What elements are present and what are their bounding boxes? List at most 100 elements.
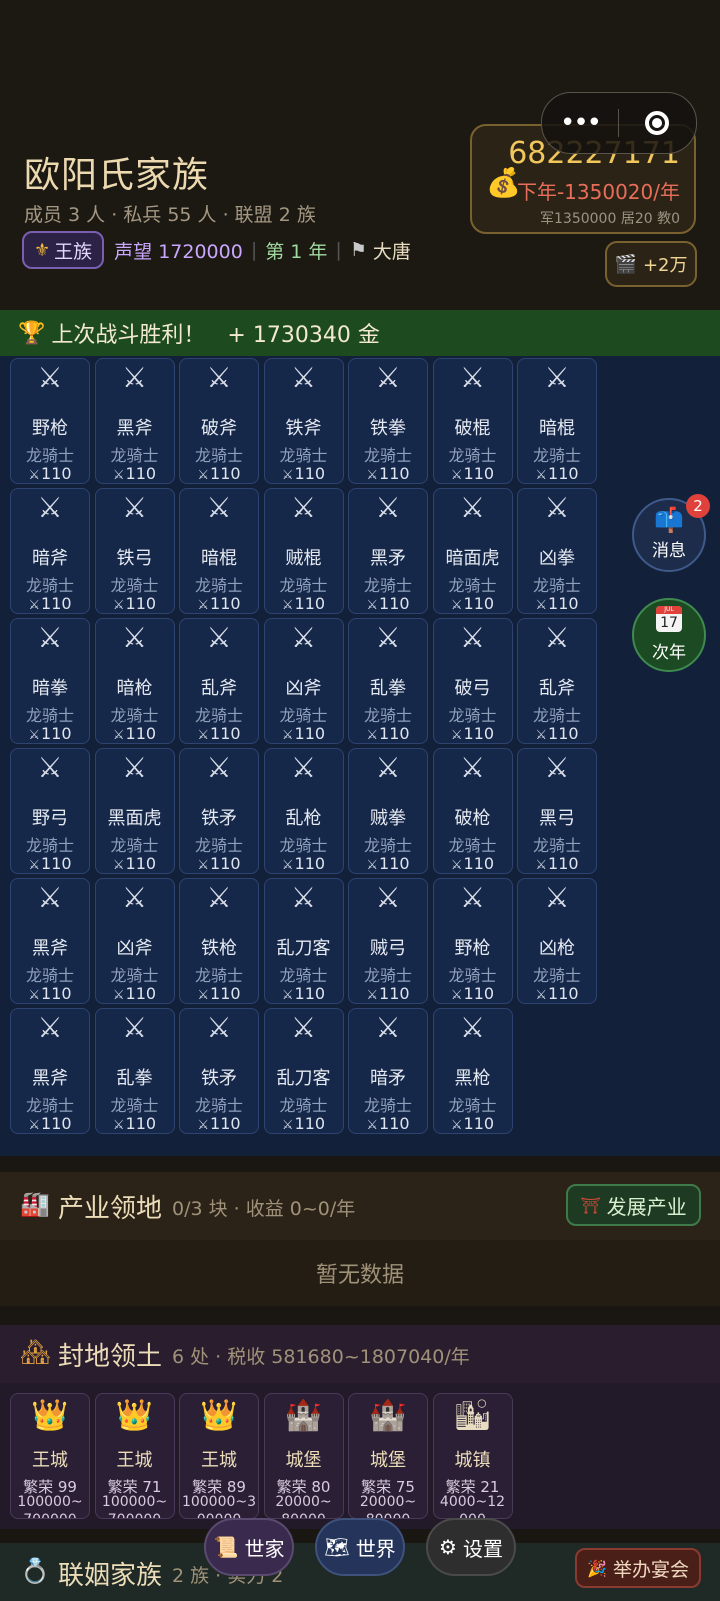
troop-card[interactable]: ⚔ 乱斧 龙骑士 ⚔110	[179, 618, 259, 744]
troop-rank: 龙骑士	[448, 446, 497, 465]
nav-settings-button[interactable]: ⚙ 设置	[426, 1518, 516, 1576]
troop-rank: 龙骑士	[194, 446, 243, 465]
swords-small-icon: ⚔	[450, 988, 463, 1003]
ad-bonus-button[interactable]: 🎬 +2万	[605, 241, 697, 287]
troop-card[interactable]: ⚔ 黑斧 龙骑士 ⚔110	[10, 878, 90, 1004]
troop-card[interactable]: ⚔ 铁斧 龙骑士 ⚔110	[263, 358, 344, 484]
troop-name: 暗面虎	[445, 548, 500, 569]
troop-power-value: 110	[41, 594, 72, 613]
rank-badge[interactable]: ⚜ 王族	[22, 231, 105, 269]
troop-rank: 龙骑士	[363, 446, 412, 465]
crossed-swords-icon: ⚔	[37, 621, 63, 654]
troop-card[interactable]: ⚔ 野枪 龙骑士 ⚔110	[432, 878, 513, 1004]
troop-power: ⚔110	[434, 1114, 512, 1133]
troop-power: ⚔110	[434, 724, 512, 743]
troop-card[interactable]: ⚔ 黑面虎 龙骑士 ⚔110	[94, 748, 175, 874]
nav-settings-label: 设置	[462, 1536, 503, 1561]
nav-world-button[interactable]: 🗺 世界	[315, 1518, 405, 1576]
troop-card[interactable]: ⚔ 暗枪 龙骑士 ⚔110	[94, 618, 175, 744]
crossed-swords-icon: ⚔	[375, 1011, 401, 1044]
troop-card[interactable]: ⚔ 乱枪 龙骑士 ⚔110	[263, 748, 344, 874]
troop-rank: 龙骑士	[279, 706, 328, 725]
troop-card[interactable]: ⚔ 乱刀客 龙骑士 ⚔110	[263, 1008, 344, 1134]
fief-card[interactable]: 🏙城镇繁荣 214000~12000	[432, 1393, 513, 1519]
troop-card[interactable]: ⚔ 铁枪 龙骑士 ⚔110	[179, 878, 259, 1004]
troop-card[interactable]: ⚔ 铁拳 龙骑士 ⚔110	[348, 358, 428, 484]
troop-name: 凶斧	[116, 938, 153, 959]
troop-card[interactable]: ⚔ 铁弓 龙骑士 ⚔110	[94, 488, 175, 614]
feast-label: 举办宴会	[612, 1558, 689, 1581]
troop-name: 破枪	[454, 808, 491, 829]
troop-card[interactable]: ⚔ 野弓 龙骑士 ⚔110	[10, 748, 90, 874]
swords-small-icon: ⚔	[366, 858, 379, 873]
troop-card[interactable]: ⚔ 破斧 龙骑士 ⚔110	[179, 358, 259, 484]
troop-power: ⚔110	[11, 1114, 89, 1133]
fief-name: 城堡	[370, 1450, 406, 1471]
troop-power-value: 110	[125, 854, 157, 873]
troop-card[interactable]: ⚔ 黑枪 龙骑士 ⚔110	[432, 1008, 513, 1134]
troop-rank: 龙骑士	[110, 446, 159, 465]
troop-card[interactable]: ⚔ 暗斧 龙骑士 ⚔110	[10, 488, 90, 614]
swords-small-icon: ⚔	[281, 988, 294, 1003]
next-year-button[interactable]: JUL 17 次年	[632, 598, 706, 672]
fief-card[interactable]: 👑王城繁荣 89100000~300000	[179, 1393, 259, 1519]
troop-card[interactable]: ⚔ 凶拳 龙骑士 ⚔110	[517, 488, 597, 614]
troop-power: ⚔110	[96, 984, 174, 1003]
troop-card[interactable]: ⚔ 贼拳 龙骑士 ⚔110	[348, 748, 428, 874]
troop-card[interactable]: ⚔ 破棍 龙骑士 ⚔110	[432, 358, 513, 484]
troop-card[interactable]: ⚔ 乱刀客 龙骑士 ⚔110	[263, 878, 344, 1004]
fief-card[interactable]: 👑王城繁荣 99100000~700000	[10, 1393, 90, 1519]
rank-label: 王族	[54, 240, 93, 263]
troop-power-value: 110	[379, 854, 410, 873]
troop-card[interactable]: ⚔ 暗面虎 龙骑士 ⚔110	[432, 488, 513, 614]
troop-card[interactable]: ⚔ 破枪 龙骑士 ⚔110	[432, 748, 513, 874]
troop-power: ⚔110	[349, 854, 427, 873]
troop-power-value: 110	[210, 1114, 241, 1133]
fief-card[interactable]: 🏰城堡繁荣 8020000~80000	[263, 1393, 344, 1519]
crossed-swords-icon: ⚔	[206, 881, 232, 914]
troop-card[interactable]: ⚔ 乱拳 龙骑士 ⚔110	[348, 618, 428, 744]
troop-card[interactable]: ⚔ 乱拳 龙骑士 ⚔110	[94, 1008, 175, 1134]
troop-card[interactable]: ⚔ 黑弓 龙骑士 ⚔110	[517, 748, 597, 874]
troop-power-value: 110	[548, 724, 579, 743]
troop-card[interactable]: ⚔ 凶枪 龙骑士 ⚔110	[517, 878, 597, 1004]
crossed-swords-icon: ⚔	[121, 881, 148, 914]
troop-card[interactable]: ⚔ 乱斧 龙骑士 ⚔110	[517, 618, 597, 744]
troop-name: 贼拳	[370, 808, 406, 829]
separator: |	[335, 239, 342, 261]
develop-industry-button[interactable]: ⛩ 发展产业	[566, 1184, 701, 1226]
crossed-swords-icon: ⚔	[544, 751, 570, 784]
troop-card[interactable]: ⚔ 贼棍 龙骑士 ⚔110	[263, 488, 344, 614]
crossed-swords-icon: ⚔	[459, 491, 486, 524]
close-miniapp-icon[interactable]	[619, 111, 695, 135]
troop-card[interactable]: ⚔ 铁矛 龙骑士 ⚔110	[179, 1008, 259, 1134]
troop-card[interactable]: ⚔ 野枪 龙骑士 ⚔110	[10, 358, 90, 484]
troop-power: ⚔110	[96, 1114, 174, 1133]
troop-card[interactable]: ⚔ 暗棍 龙骑士 ⚔110	[517, 358, 597, 484]
host-feast-button[interactable]: 🎉 举办宴会	[575, 1548, 701, 1588]
troop-name: 暗棍	[539, 418, 575, 439]
troop-card[interactable]: ⚔ 凶斧 龙骑士 ⚔110	[94, 878, 175, 1004]
fief-card[interactable]: 🏰城堡繁荣 7520000~80000	[348, 1393, 428, 1519]
troop-card[interactable]: ⚔ 黑斧 龙骑士 ⚔110	[94, 358, 175, 484]
troop-card[interactable]: ⚔ 贼弓 龙骑士 ⚔110	[348, 878, 428, 1004]
troop-card[interactable]: ⚔ 破弓 龙骑士 ⚔110	[432, 618, 513, 744]
troop-name: 破弓	[454, 678, 491, 699]
troop-list[interactable]: ⚔⚔110⚔⚔110⚔⚔110⚔⚔110⚔⚔110⚔⚔110⚔⚔110⚔野枪龙骑…	[0, 356, 720, 1156]
troop-card[interactable]: ⚔ 暗矛 龙骑士 ⚔110	[348, 1008, 428, 1134]
fief-card[interactable]: 👑王城繁荣 71100000~700000	[94, 1393, 175, 1519]
troop-power: ⚔110	[180, 854, 258, 873]
nav-clans-button[interactable]: 📜 世家	[204, 1518, 294, 1576]
crossed-swords-icon: ⚔	[290, 361, 317, 394]
troop-rank: 龙骑士	[279, 446, 328, 465]
troop-card[interactable]: ⚔ 暗棍 龙骑士 ⚔110	[179, 488, 259, 614]
troop-card[interactable]: ⚔ 黑斧 龙骑士 ⚔110	[10, 1008, 90, 1134]
crossed-swords-icon: ⚔	[375, 621, 401, 654]
troop-card[interactable]: ⚔ 凶斧 龙骑士 ⚔110	[263, 618, 344, 744]
troop-card[interactable]: ⚔ 黑矛 龙骑士 ⚔110	[348, 488, 428, 614]
troop-card[interactable]: ⚔ 铁矛 龙骑士 ⚔110	[179, 748, 259, 874]
more-icon[interactable]: •••	[542, 108, 618, 138]
troop-card[interactable]: ⚔ 暗拳 龙骑士 ⚔110	[10, 618, 90, 744]
troop-name: 破斧	[201, 418, 237, 439]
nav-world-label: 世界	[355, 1536, 396, 1561]
